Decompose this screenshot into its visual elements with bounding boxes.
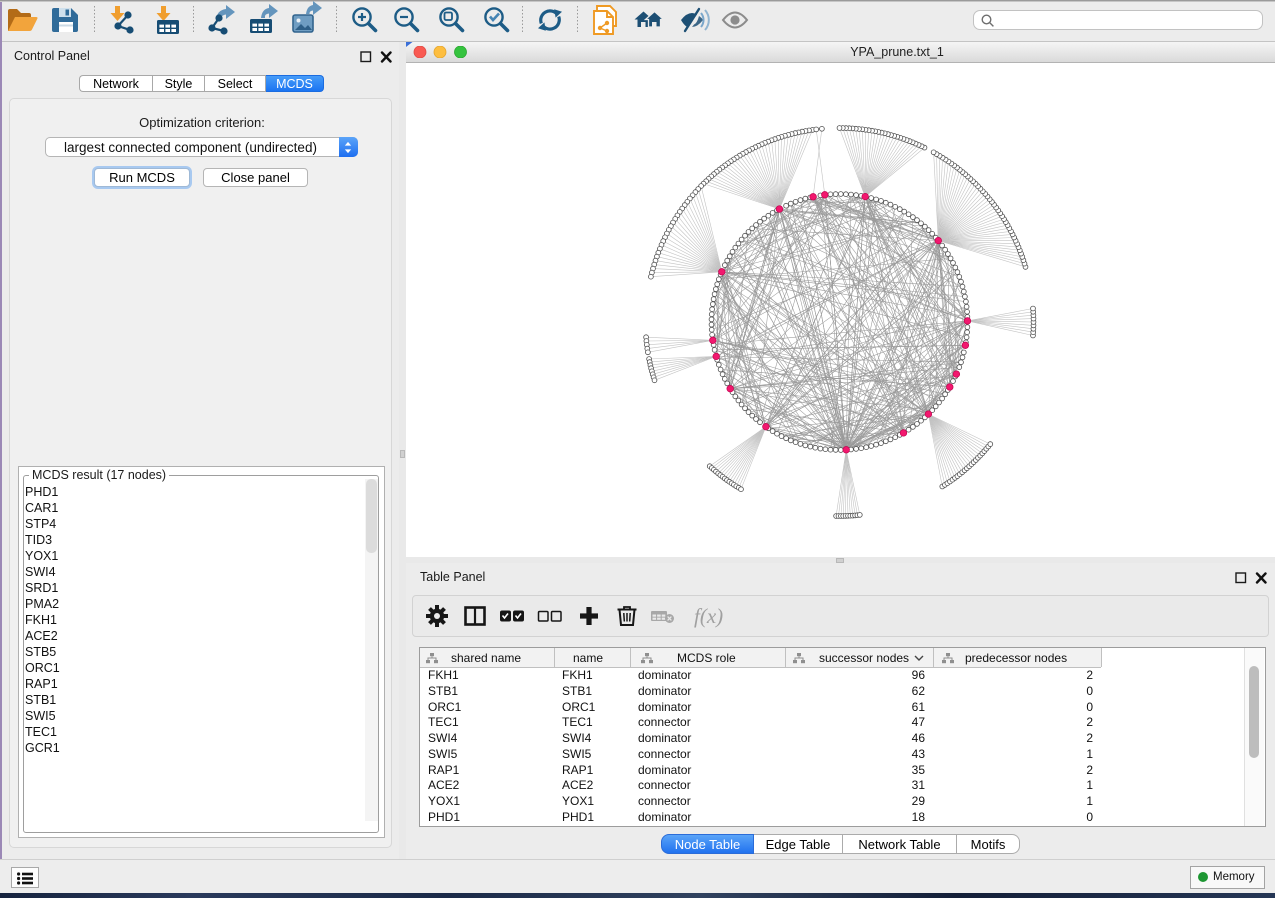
svg-text:f(x): f(x) — [694, 604, 723, 628]
